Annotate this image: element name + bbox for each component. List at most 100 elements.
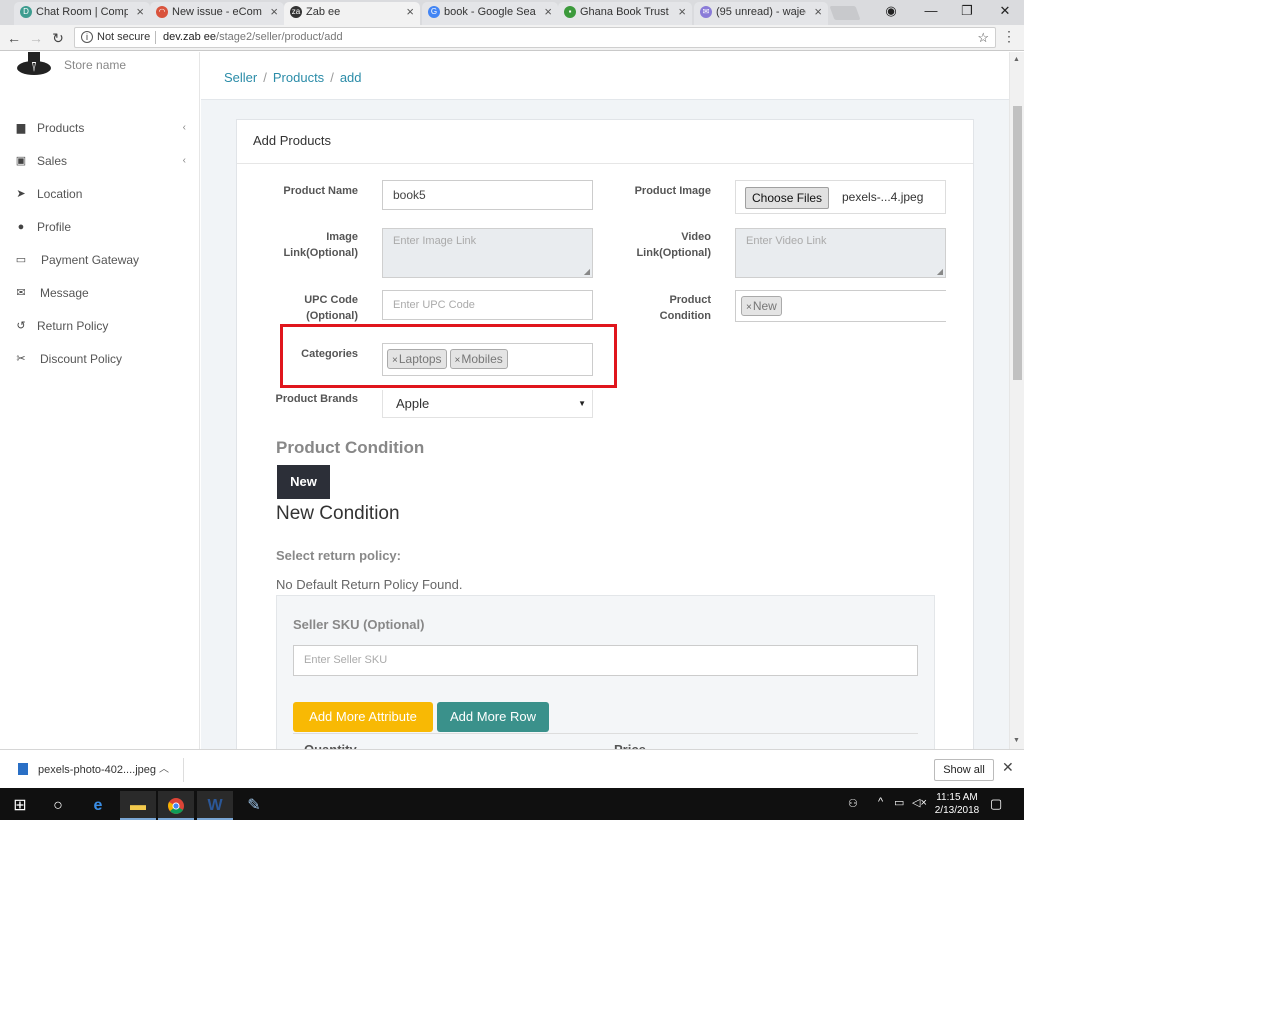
edge-browser-icon[interactable]: e [80, 791, 116, 820]
product-brands-label: Product Brands [275, 393, 358, 405]
tab-close-icon[interactable]: × [814, 2, 822, 22]
minimize-icon[interactable]: — [916, 2, 946, 22]
sidebar-item-sales[interactable]: ▣ Sales ‹ [14, 151, 190, 171]
sidebar-item-message[interactable]: ✉ Message [14, 283, 190, 303]
sidebar-item-label: Sales [37, 154, 68, 168]
divider [155, 31, 156, 44]
sidebar-item-products[interactable]: ▆ Products ‹ [14, 118, 190, 138]
tab-close-icon[interactable]: × [406, 2, 414, 22]
product-condition-select[interactable]: ×New [735, 290, 946, 322]
tab-title: Zab ee [306, 6, 341, 18]
url-host: dev.zab ee [163, 31, 217, 43]
tab-title: (95 unread) - wajee [716, 6, 806, 18]
restore-icon[interactable]: ❐ [952, 2, 982, 22]
search-icon[interactable]: ○ [40, 791, 76, 820]
return-policy-note: No Default Return Policy Found. [276, 577, 463, 592]
address-bar[interactable]: i Not secure dev.zab ee/stage2/seller/pr… [74, 27, 996, 48]
upc-code-input[interactable]: Enter UPC Code [382, 290, 593, 320]
image-link-label-line2: Link(Optional) [283, 247, 358, 259]
product-brands-select[interactable]: Apple ▼ [382, 390, 593, 418]
sidebar-item-discount-policy[interactable]: ✂ Discount Policy [14, 349, 190, 369]
paint-icon[interactable]: ✎ [236, 791, 272, 820]
sidebar-item-label: Products [37, 121, 85, 135]
volume-muted-icon[interactable]: ◁× [912, 796, 927, 809]
chevron-up-icon[interactable]: ︿ [159, 758, 169, 782]
breadcrumb-products[interactable]: Products [273, 70, 324, 85]
browser-tab[interactable]: ◠ New issue - eComm × [150, 2, 284, 25]
url-path: /stage2/seller/product/add [216, 31, 343, 43]
browser-tab[interactable]: ✉ (95 unread) - wajee × [694, 2, 828, 25]
resize-grip-icon[interactable]: ◢ [584, 267, 590, 276]
table-header-price: Price [614, 742, 646, 749]
tab-close-icon[interactable]: × [270, 2, 278, 22]
show-all-button[interactable]: Show all [934, 759, 994, 781]
sidebar-item-label: Return Policy [37, 319, 109, 333]
tab-close-icon[interactable]: × [678, 2, 686, 22]
sidebar-item-location[interactable]: ➤ Location [14, 184, 190, 204]
video-link-textarea[interactable]: Enter Video Link ◢ [735, 228, 946, 278]
remove-tag-icon[interactable]: × [746, 302, 752, 313]
breadcrumb-seller[interactable]: Seller [224, 70, 257, 85]
page-scrollbar[interactable]: ▲ ▼ [1009, 52, 1024, 749]
breadcrumb: Seller / Products / add [201, 52, 1009, 100]
people-icon[interactable]: ⚇ [848, 797, 858, 810]
brand-value: Apple [396, 396, 430, 411]
image-link-textarea[interactable]: Enter Image Link ◢ [382, 228, 593, 278]
sidebar-item-label: Location [37, 187, 83, 201]
taskbar-clock[interactable]: 11:15 AM 2/13/2018 [934, 791, 980, 817]
clock-date: 2/13/2018 [934, 805, 980, 816]
browser-tab[interactable]: G book - Google Searc × [422, 2, 558, 25]
sidebar-item-payment-gateway[interactable]: ▭ Payment Gateway [14, 250, 190, 270]
browser-tab[interactable]: ▪ Ghana Book Trust Se × [558, 2, 692, 25]
word-icon[interactable]: W [197, 791, 233, 820]
network-icon[interactable]: ▭ [894, 796, 904, 809]
reload-icon[interactable]: ↻ [48, 28, 68, 48]
user-profile-icon[interactable]: ◉ [876, 2, 906, 22]
new-tab-button[interactable] [829, 6, 861, 20]
sidebar-item-return-policy[interactable]: ↺ Return Policy [14, 316, 190, 336]
user-icon: ● [17, 221, 25, 233]
file-explorer-icon[interactable]: ▬ [120, 791, 156, 820]
browser-tab-active[interactable]: za Zab ee × [284, 2, 420, 25]
browser-menu-icon[interactable]: ⋮ [1002, 28, 1016, 45]
scroll-thumb[interactable] [1013, 106, 1022, 380]
bookmark-star-icon[interactable]: ☆ [977, 28, 989, 47]
dropdown-arrow-icon: ▼ [578, 399, 586, 408]
store-logo-icon [17, 52, 51, 75]
chevron-left-icon: ‹ [182, 122, 186, 133]
download-shelf: pexels-photo-402....jpeg ︿ Show all ✕ [0, 749, 1024, 788]
image-link-placeholder: Enter Image Link [393, 235, 477, 247]
download-item[interactable]: pexels-photo-402....jpeg ︿ [14, 758, 184, 782]
video-link-placeholder: Enter Video Link [746, 235, 827, 247]
windows-start-icon[interactable]: ⊞ [2, 791, 38, 820]
sidebar-item-profile[interactable]: ● Profile [14, 217, 190, 237]
info-icon[interactable]: i [81, 31, 93, 43]
tab-favicon-icon: za [290, 6, 302, 18]
resize-grip-icon[interactable]: ◢ [937, 267, 943, 276]
chosen-file-name: pexels-...4.jpeg [842, 190, 924, 204]
add-more-attribute-button[interactable]: Add More Attribute [293, 702, 433, 732]
undo-icon: ↺ [16, 320, 26, 332]
notifications-icon[interactable]: ▢ [990, 796, 1002, 812]
scroll-down-arrow-icon[interactable]: ▼ [1013, 737, 1020, 744]
choose-files-button[interactable]: Choose Files [745, 187, 830, 209]
url-text: dev.zab ee/stage2/seller/product/add [163, 28, 343, 47]
breadcrumb-separator: / [263, 70, 267, 85]
product-name-input[interactable]: book5 [382, 180, 593, 210]
add-more-row-button[interactable]: Add More Row [437, 702, 549, 732]
scroll-up-arrow-icon[interactable]: ▲ [1013, 56, 1020, 63]
chrome-icon[interactable] [158, 791, 194, 820]
chevron-up-icon[interactable]: ^ [878, 796, 883, 808]
briefcase-icon: ▆ [16, 122, 26, 134]
close-window-icon[interactable]: ✕ [990, 2, 1020, 22]
condition-tag[interactable]: ×New [741, 296, 782, 316]
tab-close-icon[interactable]: × [544, 2, 552, 22]
tab-close-icon[interactable]: × [136, 2, 144, 22]
seller-sku-input[interactable]: Enter Seller SKU [293, 645, 918, 676]
product-image-file-input[interactable]: Choose Files pexels-...4.jpeg [735, 180, 946, 214]
browser-tab[interactable]: D Chat Room | Compa × [14, 2, 150, 25]
close-icon[interactable]: ✕ [1002, 759, 1014, 776]
tab-favicon-icon: ▪ [564, 6, 576, 18]
forward-icon[interactable]: → [26, 28, 46, 48]
back-icon[interactable]: ← [4, 28, 24, 48]
